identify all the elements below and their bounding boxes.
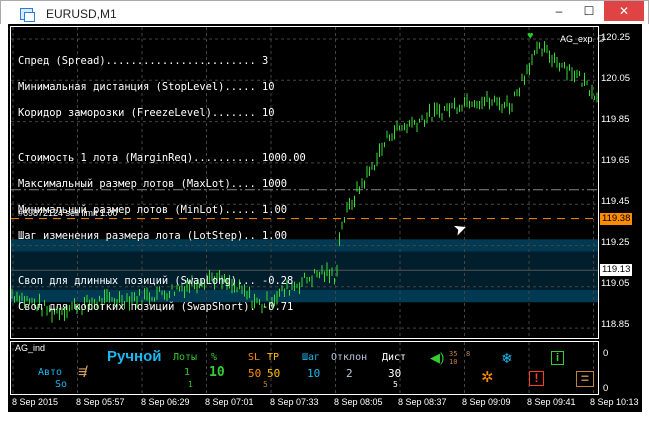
distance-sub: 5 (393, 380, 398, 389)
lots-label: Лоты (173, 352, 198, 363)
info-icon[interactable]: i (551, 351, 564, 365)
percent-value[interactable]: 10 (209, 365, 225, 380)
symbol-info: Спред (Spread)........................ 3… (18, 42, 306, 327)
price-tick: 119.25 (601, 237, 630, 248)
maximize-button[interactable]: ☐ (574, 1, 604, 21)
price-tick: 120.25 (601, 32, 631, 43)
time-tick: 8 Sep 07:01 (205, 397, 254, 407)
order-label: #69872124 sell limit 1.00 (18, 208, 118, 218)
heart-icon: ♥ (527, 30, 534, 42)
time-tick: 8 Sep 05:57 (76, 397, 125, 407)
info-maxlot: Максимальный размер лотов (MaxLot).... 1… (18, 178, 287, 190)
time-tick: 8 Sep 10:13 (590, 397, 639, 407)
so-label: So (55, 379, 68, 390)
time-tick: 8 Sep 07:33 (270, 397, 319, 407)
time-tick: 8 Sep 06:29 (141, 397, 190, 407)
menu-icon[interactable]: = (576, 371, 594, 387)
sl-value[interactable]: 50 (248, 367, 261, 380)
sound-num-b: 10 (449, 358, 458, 366)
strike-lines-icon[interactable]: ≡/ (78, 365, 88, 381)
info-lotstep: Шаг изменения размера лота (LotStep).. 1… (18, 230, 287, 242)
info-spread: Спред (Spread)........................ 3 (18, 55, 269, 67)
sound-num-c: 8 (466, 350, 471, 358)
chart-window-icon (20, 8, 35, 22)
order-price-tag: 119.38 (600, 213, 633, 225)
close-button[interactable]: ✕ (604, 1, 644, 21)
time-tick: 8 Sep 09:09 (462, 397, 511, 407)
step-value[interactable]: 10 (307, 367, 320, 380)
alert-icon[interactable]: ! (529, 371, 544, 386)
current-price-tag: 119.13 (600, 264, 633, 276)
sub-scale-bottom: 0 (603, 383, 609, 394)
sub-scale-top: 0 (603, 348, 609, 359)
info-swaplong: Своп для длинных позиций (SwapLong)... -… (18, 275, 294, 287)
price-tick: 119.45 (601, 196, 630, 207)
tp-label: TP (267, 352, 280, 363)
lots-sub: 1 (188, 380, 193, 389)
expert-label: AG_exp (560, 34, 593, 44)
price-tick: 119.65 (601, 155, 630, 166)
gear-icon[interactable]: ✲ (481, 370, 494, 385)
sound-num-a: 35 (449, 350, 458, 358)
time-tick: 8 Sep 08:05 (334, 397, 383, 407)
time-tick: 8 Sep 2015 (12, 397, 59, 407)
mode-manual-button[interactable]: Ручной (107, 348, 162, 365)
deviation-label: Отклон (331, 352, 368, 363)
price-tick: 119.05 (601, 278, 630, 289)
deviation-value[interactable]: 2 (346, 367, 353, 380)
info-marginreq: Стоимость 1 лота (MarginReq).......... 1… (18, 152, 306, 164)
distance-label: Дист (382, 352, 407, 363)
minimize-button[interactable]: ‒ (544, 1, 574, 21)
auto-button[interactable]: Авто (38, 367, 62, 378)
time-tick: 8 Sep 09:41 (527, 397, 576, 407)
speaker-icon[interactable]: ◀) (430, 351, 444, 364)
info-freezelevel: Коридор заморозки (FreezeLevel)....... 1… (18, 107, 275, 119)
title-bar: EURUSD,M1 ‒ ☐ ✕ (0, 0, 649, 24)
price-tick: 119.85 (601, 114, 630, 125)
tp-sub: 5 (263, 380, 268, 389)
window-title: EURUSD,M1 (46, 7, 117, 21)
price-tick: 118.85 (601, 319, 630, 330)
distance-value[interactable]: 30 (388, 367, 401, 380)
sl-label: SL (248, 352, 261, 363)
snowflake-icon[interactable]: ❄ (501, 351, 513, 365)
info-swapshort: Своп для коротких позиций (SwapShort). -… (18, 301, 294, 313)
percent-label: % (211, 352, 218, 363)
info-stoplevel: Минимальная дистанция (StopLevel)..... 1… (18, 81, 275, 93)
tp-value[interactable]: 50 (267, 367, 280, 380)
time-tick: 8 Sep 08:37 (398, 397, 447, 407)
price-tick: 120.05 (601, 73, 631, 84)
step-label: Шаг (302, 352, 321, 363)
indicator-name: AG_ind (15, 343, 46, 353)
lots-value[interactable]: 1 (184, 367, 190, 378)
